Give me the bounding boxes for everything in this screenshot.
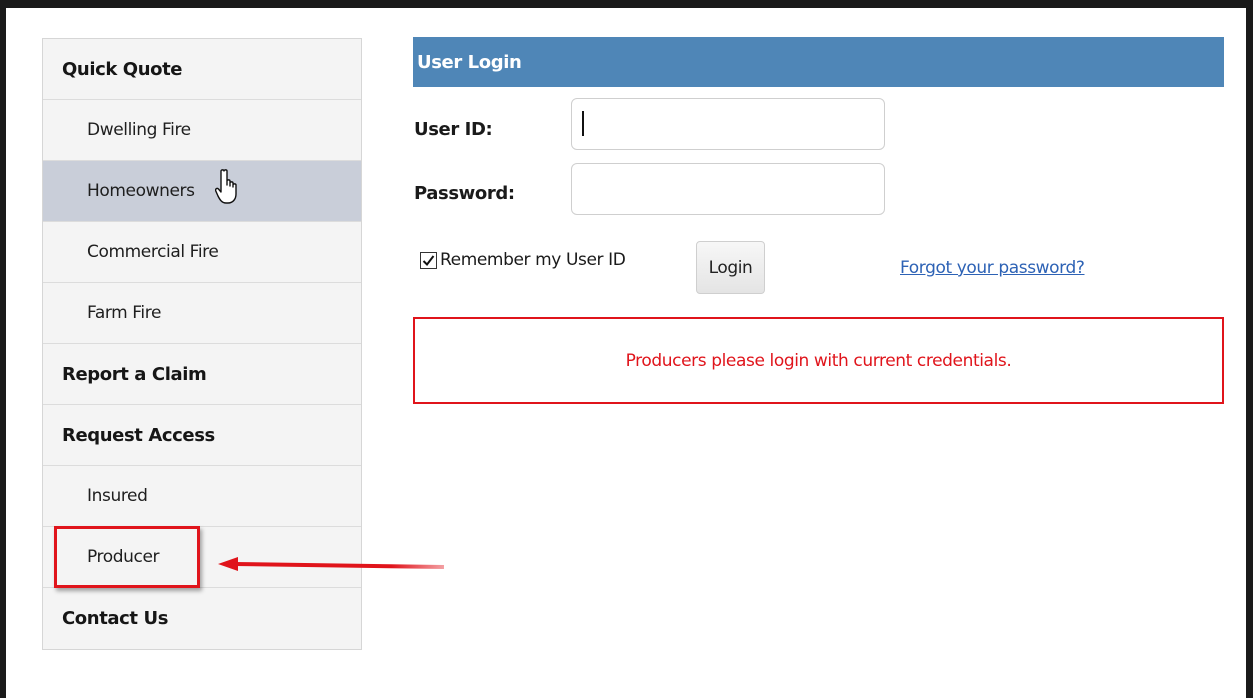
remember-label: Remember my User ID [440, 250, 626, 270]
user-id-input[interactable] [571, 98, 885, 150]
forgot-password-link[interactable]: Forgot your password? [900, 258, 1085, 278]
sidebar-item-insured[interactable]: Insured [43, 466, 361, 527]
sidebar-item-report-a-claim[interactable]: Report a Claim [43, 344, 361, 405]
sidebar-item-farm-fire[interactable]: Farm Fire [43, 283, 361, 344]
sidebar-item-dwelling-fire[interactable]: Dwelling Fire [43, 100, 361, 161]
notice-message: Producers please login with current cred… [625, 350, 1012, 371]
text-caret [582, 111, 584, 136]
sidebar-item-homeowners[interactable]: Homeowners [43, 161, 361, 222]
red-arrow-annotation [218, 557, 445, 571]
hand-pointer-cursor-icon [215, 169, 237, 204]
user-login-header: User Login [413, 37, 1224, 87]
password-input[interactable] [571, 163, 885, 215]
sidebar-item-request-access[interactable]: Request Access [43, 405, 361, 466]
user-id-label: User ID: [414, 119, 493, 140]
producer-highlight-annotation [54, 526, 200, 588]
remember-user-id: Remember my User ID [420, 250, 626, 270]
sidebar-item-commercial-fire[interactable]: Commercial Fire [43, 222, 361, 283]
password-label: Password: [414, 183, 515, 204]
checkmark-icon [422, 254, 435, 266]
page-frame: Quick Quote Dwelling Fire Homeowners Com… [6, 8, 1246, 698]
login-button[interactable]: Login [696, 241, 765, 294]
sidebar-item-quick-quote[interactable]: Quick Quote [43, 39, 361, 100]
remember-checkbox[interactable] [420, 251, 437, 269]
notice-box: Producers please login with current cred… [413, 317, 1224, 404]
sidebar-item-contact-us[interactable]: Contact Us [43, 588, 361, 649]
